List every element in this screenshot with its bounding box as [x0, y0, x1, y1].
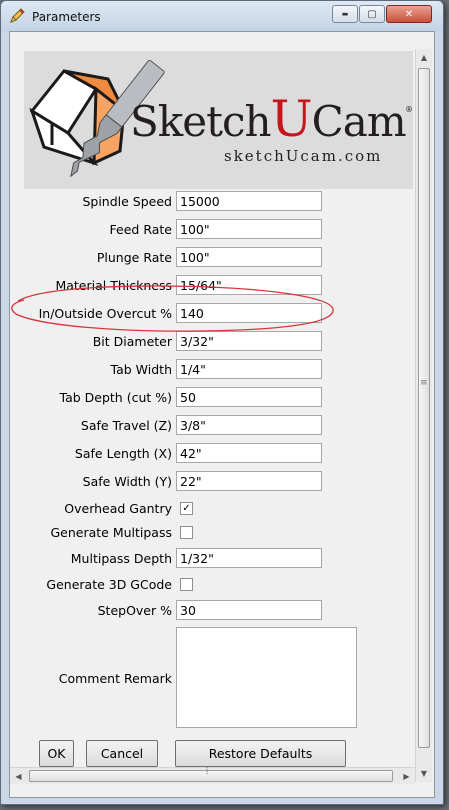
restore-defaults-button[interactable]: Restore Defaults — [175, 740, 346, 767]
tab-depth-input[interactable] — [176, 387, 322, 407]
material-thickness-input[interactable] — [176, 275, 322, 295]
minimize-icon: ▬ — [341, 10, 349, 18]
multipass-depth-label: Multipass Depth — [70, 551, 172, 566]
logo-url: sketchUcam.com — [224, 147, 383, 165]
scroll-grip-icon: ≡ — [420, 378, 428, 388]
safe-length-label: Safe Length (X) — [74, 446, 172, 461]
scroll-left-arrow-icon[interactable]: ◀ — [10, 768, 27, 784]
overhead-gantry-checkbox[interactable]: ✓ — [180, 502, 193, 515]
minimize-button[interactable]: ▬ — [332, 5, 358, 23]
spindle-speed-label: Spindle Speed — [82, 194, 172, 209]
stepover-label: StepOver % — [97, 603, 172, 618]
tab-width-input[interactable] — [176, 359, 322, 379]
scroll-down-arrow-icon[interactable]: ▼ — [416, 765, 432, 782]
generate-multipass-label: Generate Multipass — [50, 525, 172, 540]
vertical-scroll-thumb[interactable] — [418, 68, 430, 748]
close-icon: ✕ — [404, 8, 414, 20]
safe-length-input[interactable] — [176, 443, 322, 463]
feed-rate-label: Feed Rate — [109, 222, 172, 237]
material-thickness-label: Material Thickness — [55, 278, 172, 293]
safe-width-input[interactable] — [176, 471, 322, 491]
generate-multipass-checkbox[interactable] — [180, 526, 193, 539]
comment-remark-label: Comment Remark — [58, 671, 172, 686]
vertical-scrollbar[interactable]: ▲ ≡ ▼ — [415, 49, 432, 782]
pencil-icon — [10, 8, 25, 23]
maximize-icon: ▢ — [367, 8, 377, 20]
title-bar[interactable]: Parameters ▬ ▢ ✕ — [1, 1, 443, 31]
tab-width-label: Tab Width — [110, 362, 172, 377]
sketchucam-logo: SketchUCam ® sketchUcam.com — [24, 51, 413, 189]
generate-3d-gcode-label: Generate 3D GCode — [46, 577, 172, 592]
horizontal-scrollbar[interactable]: ◀ ⦙ ▶ — [10, 766, 415, 784]
logo-wordmark-cam: Cam — [311, 97, 407, 146]
logo-wordmark-sketch: Sketch — [130, 97, 272, 146]
generate-3d-gcode-checkbox[interactable] — [180, 578, 193, 591]
hscroll-grip-icon: ⦙ — [206, 766, 209, 777]
tab-depth-label: Tab Depth (cut %) — [59, 390, 172, 405]
horizontal-scroll-thumb[interactable] — [29, 770, 393, 782]
dialog-content: SketchUCam ® sketchUcam.com Spindle Spee… — [9, 31, 435, 798]
overcut-label: In/Outside Overcut % — [38, 306, 172, 321]
close-button[interactable]: ✕ — [386, 5, 432, 23]
multipass-depth-input[interactable] — [176, 548, 322, 568]
spindle-speed-input[interactable] — [176, 191, 322, 211]
logo-wordmark-u: U — [270, 90, 313, 148]
feed-rate-input[interactable] — [176, 219, 322, 239]
maximize-button[interactable]: ▢ — [359, 5, 385, 23]
logo-wordmark: SketchUCam — [130, 94, 407, 146]
cancel-button[interactable]: Cancel — [86, 740, 158, 767]
safe-width-label: Safe Width (Y) — [82, 474, 172, 489]
plunge-rate-input[interactable] — [176, 247, 322, 267]
check-mark-icon: ✓ — [182, 502, 191, 514]
stepover-input[interactable] — [176, 600, 322, 620]
safe-travel-label: Safe Travel (Z) — [80, 418, 172, 433]
overhead-gantry-label: Overhead Gantry — [64, 501, 172, 516]
bit-diameter-input[interactable] — [176, 331, 322, 351]
plunge-rate-label: Plunge Rate — [96, 250, 172, 265]
overcut-input[interactable] — [176, 303, 322, 323]
parameters-window: Parameters ▬ ▢ ✕ SketchUCam ® sketchUcam… — [0, 0, 444, 805]
logo-trademark: ® — [405, 105, 413, 114]
ok-button[interactable]: OK — [39, 740, 74, 767]
scrollbar-corner — [415, 784, 432, 797]
scroll-right-arrow-icon[interactable]: ▶ — [398, 768, 415, 784]
comment-remark-textarea[interactable] — [176, 627, 357, 728]
scroll-up-arrow-icon[interactable]: ▲ — [416, 49, 432, 66]
bit-diameter-label: Bit Diameter — [92, 334, 172, 349]
safe-travel-input[interactable] — [176, 415, 322, 435]
window-title: Parameters — [32, 10, 101, 24]
